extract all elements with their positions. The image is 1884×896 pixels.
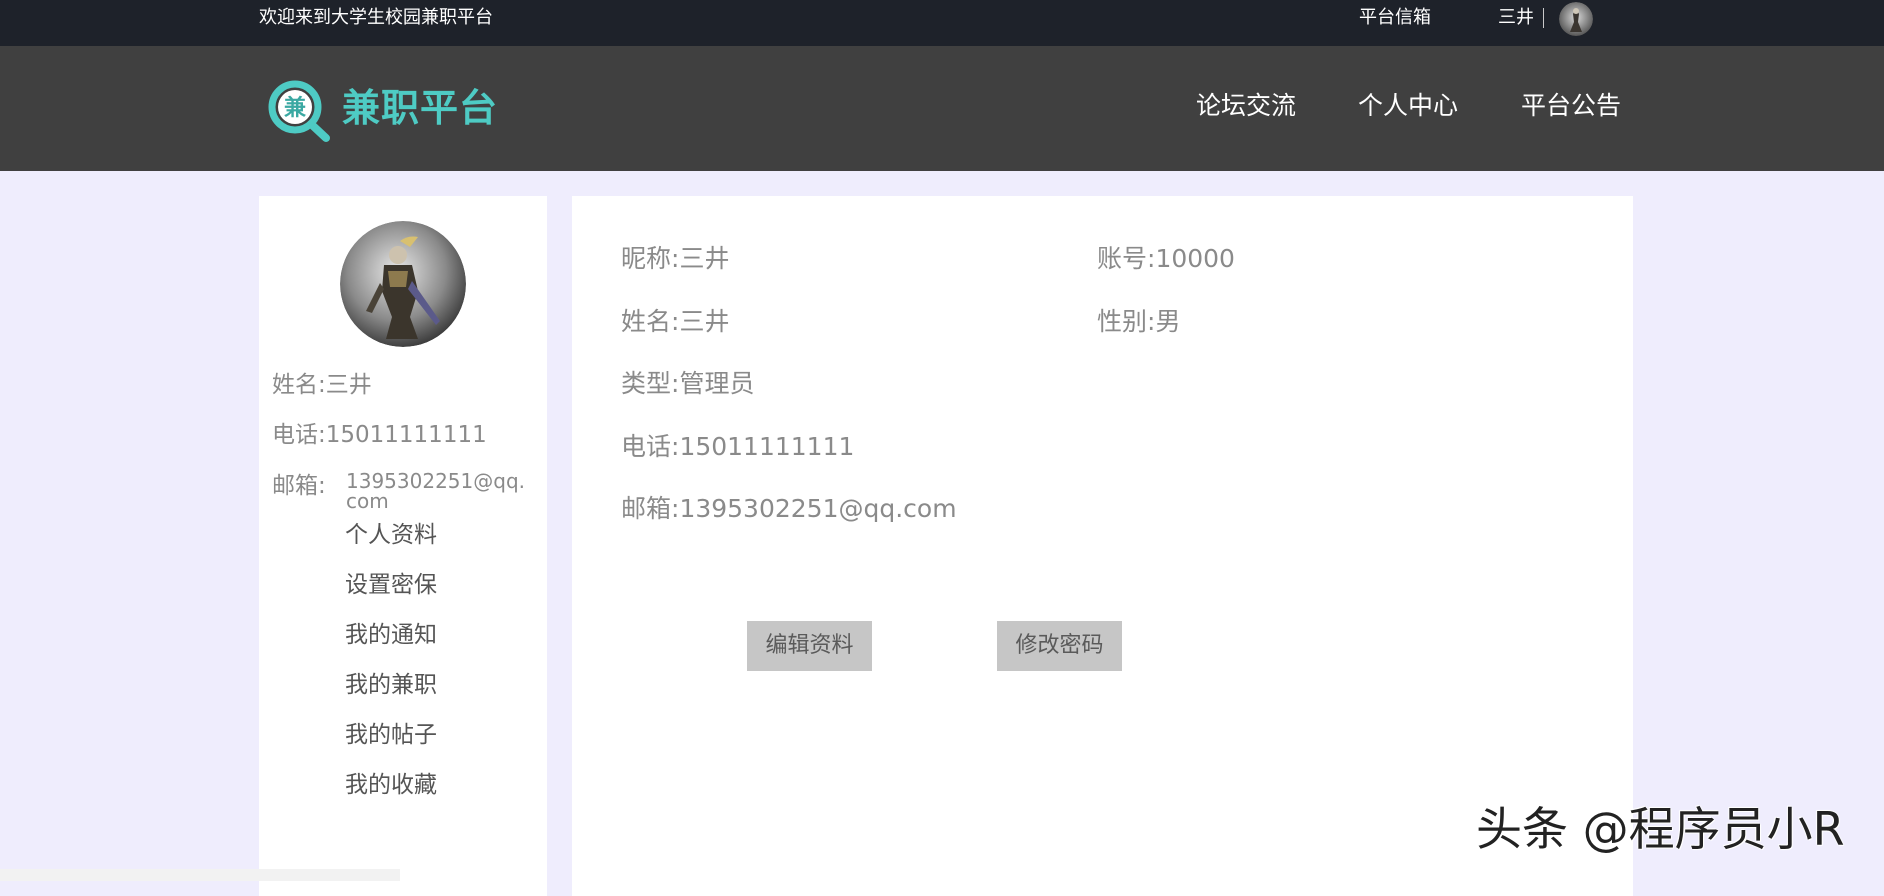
- menu-my-jobs[interactable]: 我的兼职: [345, 671, 437, 699]
- profile-account-row: 账号:10000: [1097, 243, 1235, 275]
- sidebar-phone-label: 电话:: [272, 422, 326, 448]
- profile-email-label: 邮箱:: [621, 494, 680, 523]
- logo-glyph: 兼: [284, 95, 306, 121]
- menu-my-favorites[interactable]: 我的收藏: [345, 771, 437, 799]
- user-avatar: [340, 221, 466, 347]
- profile-type-value: 管理员: [679, 369, 755, 398]
- sidebar-name-label: 姓名:: [272, 372, 326, 398]
- welcome-text: 欢迎来到大学生校园兼职平台: [259, 7, 493, 28]
- nav-personal-center[interactable]: 个人中心: [1358, 90, 1458, 122]
- menu-my-posts[interactable]: 我的帖子: [345, 721, 437, 749]
- sidebar-name-row: 姓名:三井: [272, 371, 372, 399]
- top-user-name-link[interactable]: 三井: [1498, 8, 1534, 28]
- sidebar-email-label: 邮箱:: [272, 473, 326, 499]
- profile-gender-value: 男: [1155, 307, 1181, 336]
- profile-type-row: 类型:管理员: [621, 368, 754, 400]
- profile-name-value: 三井: [679, 307, 730, 336]
- profile-account-value: 10000: [1155, 244, 1235, 273]
- profile-name-label: 姓名:: [621, 307, 680, 336]
- sidebar-email-value: 1395302251@qq.com: [346, 469, 525, 513]
- brand-name[interactable]: 兼职平台: [342, 86, 498, 130]
- menu-security-question[interactable]: 设置密保: [345, 571, 437, 599]
- watermark-text: 头条 @程序员小R: [1476, 802, 1845, 856]
- profile-panel: 昵称:三井 账号:10000 姓名:三井 性别:男 类型:管理员 电话:1501…: [572, 196, 1633, 896]
- profile-nickname-row: 昵称:三井: [621, 243, 729, 275]
- profile-nickname-value: 三井: [679, 244, 730, 273]
- profile-phone-value: 15011111111: [679, 432, 855, 461]
- user-sidebar: 姓名:三井 电话:15011111111 邮箱: 1395302251@qq.c…: [259, 196, 547, 896]
- top-avatar-icon[interactable]: [1559, 2, 1593, 36]
- platform-inbox-link[interactable]: 平台信箱: [1359, 8, 1431, 28]
- nav-announcements[interactable]: 平台公告: [1521, 90, 1621, 122]
- profile-email-value: 1395302251@qq.com: [679, 494, 957, 523]
- sidebar-phone-row: 电话:15011111111: [272, 421, 487, 449]
- status-bar-fragment: [0, 869, 400, 881]
- profile-phone-row: 电话:15011111111: [621, 431, 854, 463]
- logo-icon[interactable]: 兼: [266, 78, 332, 142]
- profile-nickname-label: 昵称:: [621, 244, 680, 273]
- profile-name-row: 姓名:三井: [621, 306, 729, 338]
- profile-email-row: 邮箱:1395302251@qq.com: [621, 493, 957, 525]
- profile-type-label: 类型:: [621, 369, 680, 398]
- menu-personal-info[interactable]: 个人资料: [345, 521, 437, 549]
- profile-gender-row: 性别:男: [1097, 306, 1180, 338]
- edit-profile-button[interactable]: 编辑资料: [747, 621, 872, 671]
- main-header: 兼 兼职平台 论坛交流 个人中心 平台公告: [0, 46, 1884, 171]
- top-divider: [1543, 8, 1544, 28]
- top-bar: 欢迎来到大学生校园兼职平台 平台信箱 三井: [0, 0, 1884, 46]
- profile-account-label: 账号:: [1097, 244, 1156, 273]
- menu-my-notifications[interactable]: 我的通知: [345, 621, 437, 649]
- sidebar-phone-value: 15011111111: [325, 422, 487, 448]
- nav-forum[interactable]: 论坛交流: [1196, 90, 1296, 122]
- change-password-button[interactable]: 修改密码: [997, 621, 1122, 671]
- sidebar-name-value: 三井: [325, 372, 372, 398]
- profile-phone-label: 电话:: [621, 432, 680, 461]
- profile-gender-label: 性别:: [1097, 307, 1156, 336]
